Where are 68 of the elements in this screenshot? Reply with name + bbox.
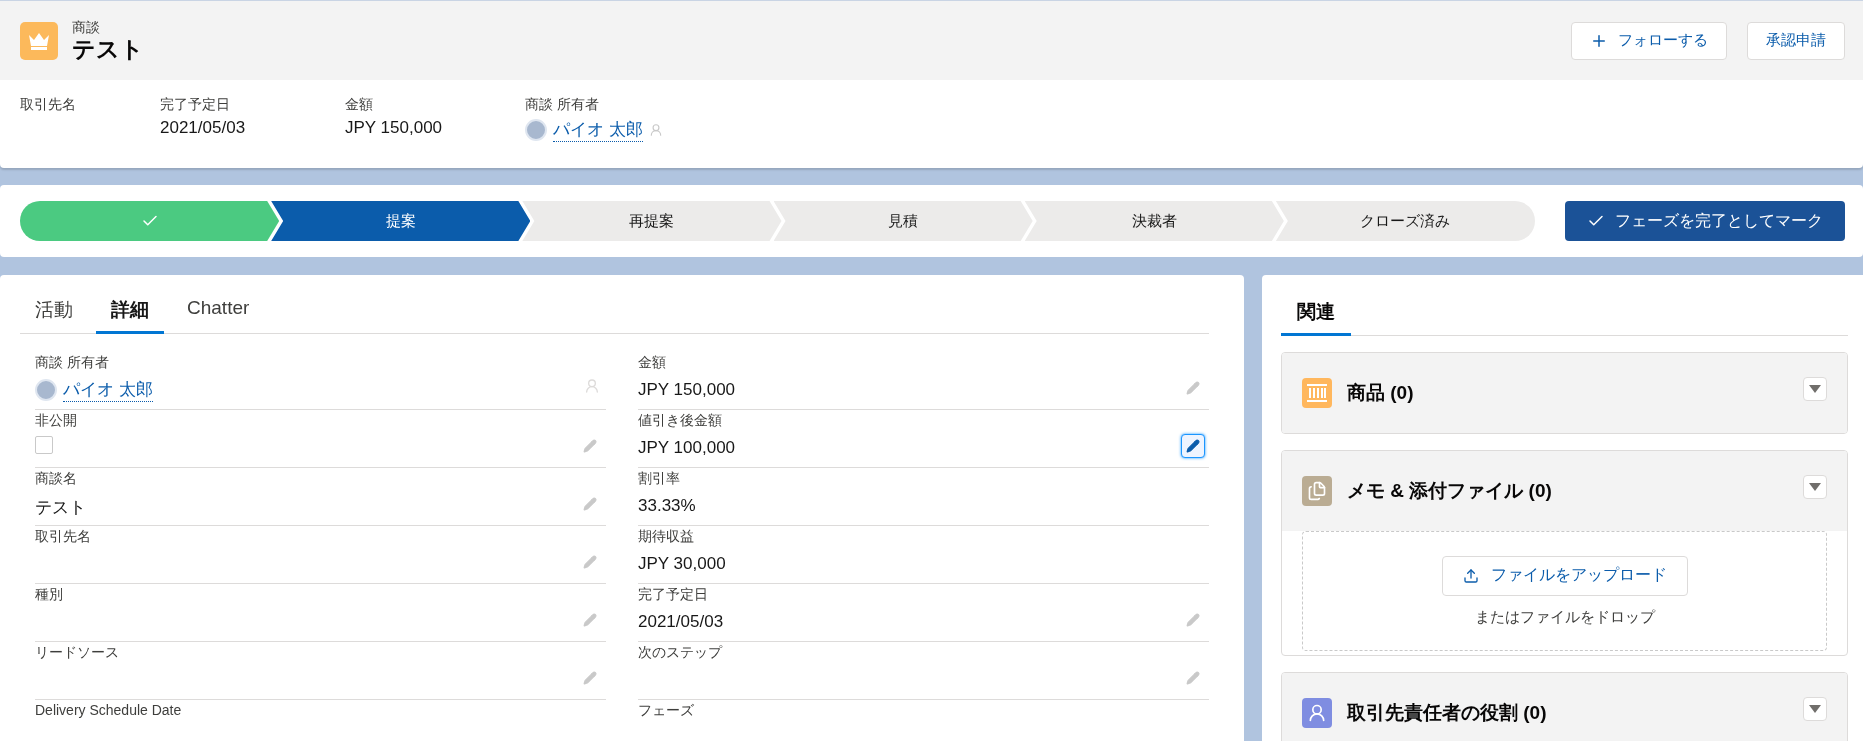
owner-link[interactable]: パイオ 太郎 [63,378,153,402]
field-label: 取引先名 [35,528,92,546]
follow-button[interactable]: フォローする [1571,21,1727,60]
tab[interactable]: 活動 [20,287,88,334]
caret-icon [1809,705,1821,713]
field-value: JPY 30,000 [638,554,726,574]
drop-hint: またはファイルをドロップ [1474,607,1655,627]
tab[interactable]: 詳細 [96,287,164,334]
field-label: リードソース [35,644,120,662]
field-label: 期待収益 [638,528,695,546]
pencil-icon [1186,613,1200,627]
tab[interactable]: Chatter [172,287,265,334]
dropdown-button[interactable] [1803,377,1827,401]
pencil-icon [1186,381,1200,395]
owner-link[interactable]: パイオ 太郎 [553,118,643,142]
change-owner-icon[interactable] [584,378,600,394]
path-stage[interactable]: 見積 [773,201,1033,241]
field-value: JPY 100,000 [638,438,736,458]
field-label: 商談名 [35,470,78,488]
tab[interactable]: 関連 [1281,287,1351,336]
field-label: 割引率 [638,470,681,488]
mark-complete-button[interactable]: フェーズを完了としてマーク [1565,201,1845,241]
highlight-label: 金額 [345,96,374,114]
highlight-label: 取引先名 [20,96,77,114]
highlight-label: 商談 所有者 [525,96,600,114]
caret-icon [1809,483,1821,491]
upload-button[interactable]: ファイルをアップロード [1441,555,1688,596]
path-stage[interactable]: 再提案 [522,201,782,241]
object-label: 商談 [72,18,101,37]
field-label: 商談 所有者 [35,354,110,372]
user-avatar [35,379,57,401]
pencil-icon [583,613,597,627]
dropdown-button[interactable] [1803,697,1827,721]
edit-button[interactable] [1181,434,1205,458]
path-stage[interactable]: 決裁者 [1024,201,1284,241]
field-value: 2021/05/03 [638,612,724,632]
field-value: テスト [35,497,86,519]
record-title: テスト [72,36,145,63]
user-avatar [525,119,547,141]
field-label: 金額 [638,354,667,372]
highlight-value: 2021/05/03 [160,118,247,138]
field-label: 種別 [35,586,64,604]
dropdown-button[interactable] [1803,475,1827,499]
caret-icon [1809,385,1821,393]
pencil-icon [583,671,597,685]
field-label: フェーズ [638,702,695,720]
pencil-icon [1186,439,1200,453]
field-label: 非公開 [35,412,78,430]
change-owner-icon[interactable] [648,123,663,137]
pencil-icon [1186,671,1200,685]
field-label: 値引き後金額 [638,412,723,430]
pencil-icon [583,555,597,569]
approval-button[interactable]: 承認申請 [1747,21,1845,60]
path-stage[interactable]: クローズ済み [1275,201,1536,241]
highlight-value: JPY 150,000 [345,118,444,138]
highlight-label: 完了予定日 [160,96,231,114]
field-value: JPY 150,000 [638,380,736,400]
pencil-icon [583,497,597,511]
field-label: Delivery Schedule Date [35,702,183,718]
file-drop-zone[interactable]: ファイルをアップロード またはファイルをドロップ [1302,531,1827,651]
pencil-icon [583,439,597,453]
field-label: 次のステップ [638,644,724,662]
field-value: 33.33% [638,496,696,516]
upload-icon [1462,567,1479,584]
path-stage[interactable] [20,201,280,241]
checkbox[interactable] [35,436,53,454]
field-label: 完了予定日 [638,586,709,604]
path-stage[interactable]: 提案 [271,201,531,241]
